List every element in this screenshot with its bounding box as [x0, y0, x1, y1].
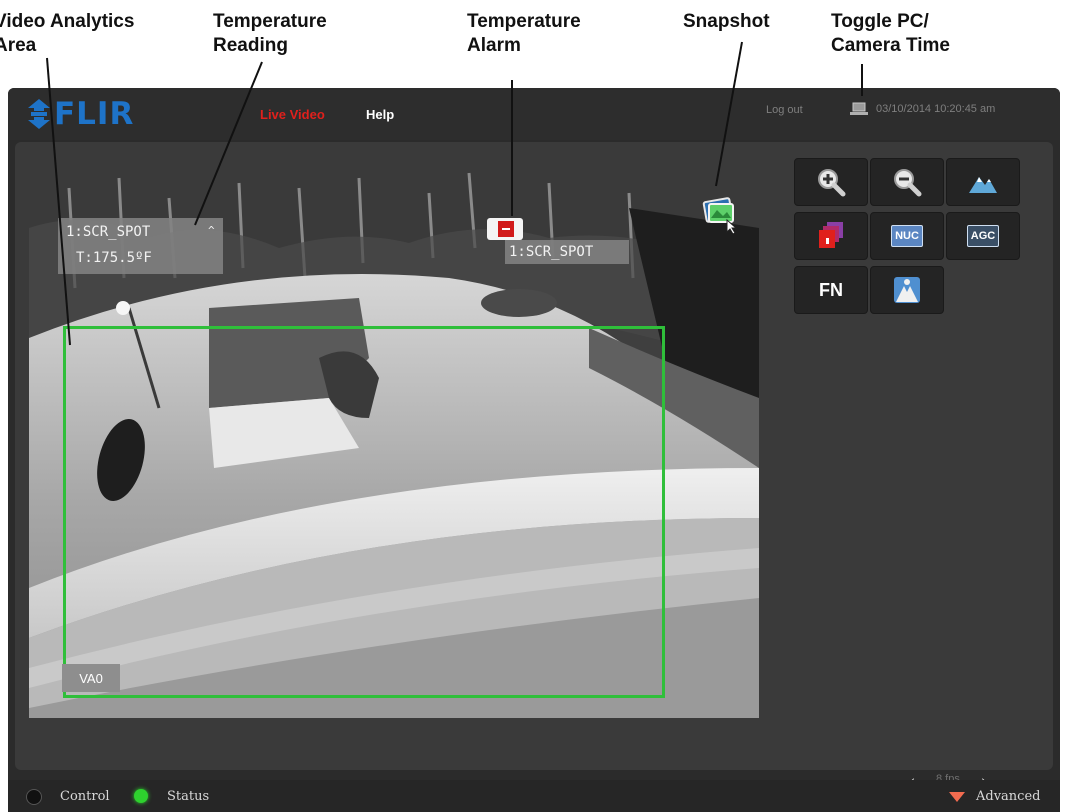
spot-reading-name: 1:SCR_SPOT — [66, 224, 151, 240]
zoom-in-button[interactable] — [794, 158, 868, 206]
datetime-display: 03/10/2014 10:20:45 am — [876, 103, 996, 115]
nuc-label: NUC — [891, 225, 923, 247]
video-analytics-area[interactable] — [63, 326, 665, 698]
flir-logo-icon — [28, 99, 50, 129]
flir-logo: FLIR — [28, 96, 134, 132]
flir-logo-text: FLIR — [54, 96, 135, 132]
scene-icon — [894, 277, 920, 303]
spot-reading-caret: ^ — [208, 224, 215, 237]
agc-button[interactable]: AGC — [946, 212, 1020, 260]
callout-temperature-reading: Temperature Reading — [213, 11, 327, 56]
temperature-reading-box: 1:SCR_SPOT ^ T:175.5ºF — [58, 218, 223, 274]
logout-link[interactable]: Log out — [766, 104, 803, 116]
snapshot-icon[interactable] — [701, 194, 741, 235]
zoom-out-icon — [894, 169, 922, 197]
nav-help[interactable]: Help — [366, 107, 394, 122]
advanced-toggle[interactable]: Advanced — [976, 789, 1040, 804]
time-toggle[interactable]: 03/10/2014 10:20:45 am — [850, 102, 995, 116]
scene-button[interactable] — [870, 266, 944, 314]
control-label[interactable]: Control — [60, 789, 110, 804]
alarm-spot-label: 1:SCR_SPOT — [505, 240, 629, 264]
callout-snapshot: Snapshot — [683, 11, 770, 32]
snapshot-button[interactable] — [701, 194, 738, 235]
fn-button[interactable]: FN — [794, 266, 868, 314]
fn-label: FN — [819, 279, 843, 300]
callout-temperature-alarm: Temperature Alarm — [467, 11, 581, 56]
zoom-out-button[interactable] — [870, 158, 944, 206]
callout-toggle-time: Toggle PC/ Camera Time — [831, 11, 950, 56]
agc-label: AGC — [966, 225, 1000, 247]
nav-live-video[interactable]: Live Video — [260, 107, 325, 122]
top-bar: FLIR Live Video Help Log out 03/10/2014 … — [8, 88, 1060, 140]
mountain-icon — [969, 177, 997, 193]
callout-video-analytics-area: Video Analytics Area — [0, 11, 135, 56]
advanced-chevron-icon[interactable] — [948, 791, 966, 803]
thermal-video-feed[interactable]: 1:SCR_SPOT ^ T:175.5ºF 1:SCR_SPOT VA0 — [29, 168, 759, 718]
nuc-button[interactable]: NUC — [870, 212, 944, 260]
status-indicator-icon — [134, 789, 148, 803]
zoom-in-icon — [818, 169, 846, 197]
control-indicator-icon — [26, 789, 42, 805]
laptop-icon[interactable] — [850, 102, 868, 116]
spot-temperature-value: T:175.5ºF — [76, 250, 152, 266]
va-area-label: VA0 — [62, 664, 120, 692]
palette-icon — [819, 222, 843, 248]
mountain-button[interactable] — [946, 158, 1020, 206]
bottom-status-bar: Control Status Advanced — [8, 780, 1060, 812]
flir-web-app: FLIR Live Video Help Log out 03/10/2014 … — [8, 88, 1060, 812]
live-video-panel: 1:SCR_SPOT ^ T:175.5ºF 1:SCR_SPOT VA0 NU… — [15, 142, 1053, 787]
status-label[interactable]: Status — [167, 789, 209, 804]
alarm-icon — [487, 218, 523, 240]
palette-button[interactable] — [794, 212, 868, 260]
